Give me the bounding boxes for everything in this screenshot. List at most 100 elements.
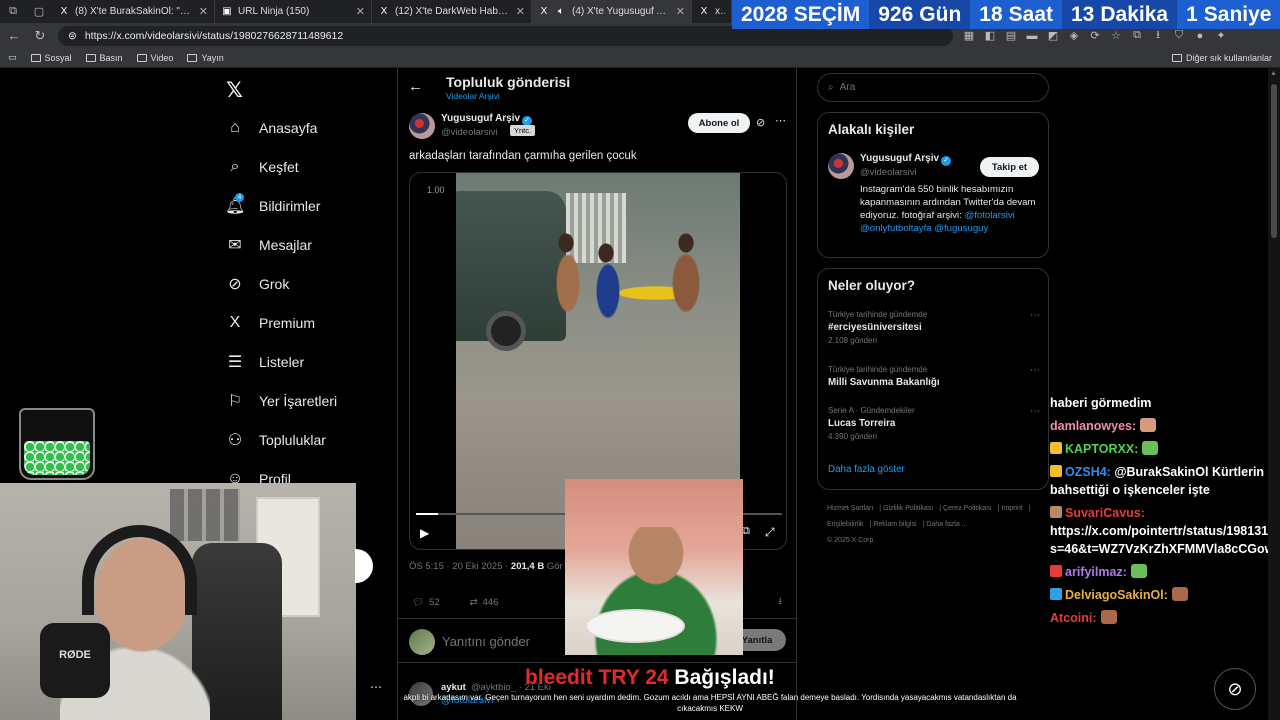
author-handle[interactable]: @videolarsivi bbox=[441, 127, 498, 138]
close-icon[interactable]: ✕ bbox=[199, 5, 208, 18]
site-info-icon[interactable]: ⊜ bbox=[68, 30, 77, 42]
webcam-overlay: RØDE bbox=[0, 483, 356, 720]
copilot-icon[interactable]: ✦ bbox=[1215, 29, 1227, 42]
profile-avatar-icon[interactable]: ● bbox=[1194, 30, 1206, 42]
more-icon[interactable]: ⋯ bbox=[1030, 310, 1040, 321]
extension-icon[interactable]: ▦ bbox=[963, 29, 975, 42]
avatar[interactable] bbox=[409, 113, 435, 139]
nav-item-explore[interactable]: ⌕ Keşfet bbox=[225, 147, 375, 186]
footer-link[interactable]: Hizmet Şartları bbox=[827, 505, 873, 512]
speaker-icon[interactable]: 🔈︎ bbox=[555, 6, 567, 17]
trend-item[interactable]: Türkiye tarihinde gündemde #erciyesünive… bbox=[828, 310, 1040, 345]
nav-item-communities[interactable]: ⚇ Topluluklar bbox=[225, 420, 375, 459]
extension-icon[interactable]: ▬ bbox=[1026, 30, 1038, 42]
bookmark-pin-icon[interactable]: ▭ bbox=[8, 52, 17, 63]
footer-link[interactable]: Erişilebilirlik bbox=[827, 521, 864, 528]
page-scrollbar[interactable]: ▲ bbox=[1268, 68, 1280, 720]
close-icon[interactable]: ✕ bbox=[356, 5, 365, 18]
chat-username[interactable]: KAPTORXX: bbox=[1065, 442, 1138, 456]
nav-item-grok[interactable]: ⊘ Grok bbox=[225, 264, 375, 303]
search-input[interactable]: ⌕ Ara bbox=[817, 73, 1049, 102]
shield-icon[interactable]: ⛉ bbox=[1173, 29, 1185, 42]
nav-item-notifications[interactable]: 🔔︎ 4 Bildirimler bbox=[225, 186, 375, 225]
browser-tab[interactable]: ▣ URL Ninja (150) ✕ bbox=[215, 0, 372, 23]
avatar[interactable] bbox=[828, 153, 854, 179]
community-link[interactable]: Videolar Arşivi bbox=[446, 91, 500, 101]
close-icon[interactable]: ✕ bbox=[516, 5, 525, 18]
browser-tab[interactable]: X (8) X'te BurakSakinOl: "Herkes sin ✕ bbox=[52, 0, 215, 23]
reload-icon[interactable]: ↻ bbox=[32, 28, 48, 44]
extension-icon[interactable]: ◈ bbox=[1068, 29, 1080, 42]
x-premium-icon: X bbox=[229, 313, 241, 331]
trend-item[interactable]: Serie A · Gündemdekiler Lucas Torreira 4… bbox=[828, 406, 1040, 441]
scroll-up-icon[interactable]: ▲ bbox=[1270, 70, 1277, 77]
chat-username[interactable]: Atcoini: bbox=[1050, 611, 1097, 625]
footer-link[interactable]: Gizlilik Politikası bbox=[883, 505, 933, 512]
chat-message: SuvariCavus: https://x.com/pointertr/sta… bbox=[1050, 504, 1268, 558]
tab-actions-icon[interactable]: ▢ bbox=[26, 0, 52, 23]
bookmark-folder[interactable]: Basın bbox=[85, 53, 123, 63]
fullscreen-icon[interactable]: ⤢ bbox=[765, 525, 775, 540]
repost-action[interactable]: ⇄ 446 bbox=[470, 597, 499, 608]
chat-username[interactable]: arifyilmaz: bbox=[1065, 565, 1127, 579]
other-bookmarks[interactable]: Diğer sık kullanılanlar bbox=[1171, 53, 1272, 63]
footer-link[interactable]: Reklam bilgisi bbox=[873, 521, 916, 528]
download-action[interactable]: ⭳ bbox=[779, 594, 782, 610]
subscribe-button[interactable]: Abone ol bbox=[688, 113, 750, 133]
person-name[interactable]: Yugusuguf Arşiv ✓ bbox=[860, 153, 952, 166]
reply-action[interactable]: 💬︎ 52 bbox=[412, 597, 440, 608]
grok-icon[interactable]: ⊘ bbox=[756, 116, 765, 129]
chat-username[interactable]: OZSH4: bbox=[1065, 465, 1111, 479]
more-icon[interactable]: ⋯ bbox=[370, 680, 382, 694]
extension-icon[interactable]: ▤ bbox=[1005, 29, 1017, 42]
nav-item-premium[interactable]: X Premium bbox=[225, 303, 375, 342]
nav-item-lists[interactable]: ☰ Listeler bbox=[225, 342, 375, 381]
back-arrow-icon[interactable]: ← bbox=[6, 28, 22, 43]
footer-link[interactable]: Imprint bbox=[1001, 505, 1022, 512]
back-arrow-icon[interactable]: ← bbox=[408, 78, 423, 95]
trend-item[interactable]: Türkiye tarihinde gündemde Milli Savunma… bbox=[828, 365, 1040, 391]
browser-tab[interactable]: X x.co bbox=[692, 0, 732, 23]
browser-tab[interactable]: X (12) X'te DarkWeb Haber: "İstanb ✕ bbox=[372, 0, 532, 23]
nav-item-messages[interactable]: ✉ Mesajlar bbox=[225, 225, 375, 264]
sidebar-nav: ⌂ Anasayfa ⌕ Keşfet 🔔︎ 4 Bildirimler ✉ Mesajl… bbox=[225, 108, 375, 498]
collections-icon[interactable]: ⧉ bbox=[1131, 29, 1143, 42]
more-icon[interactable]: ⋯ bbox=[1030, 365, 1040, 376]
nav-item-bookmarks[interactable]: ⚐ Yer İşaretleri bbox=[225, 381, 375, 420]
extension-icon[interactable]: ⟳ bbox=[1089, 29, 1101, 42]
person-handle[interactable]: @videolarsivi bbox=[860, 167, 917, 178]
more-icon[interactable]: ⋯ bbox=[1030, 406, 1040, 417]
workspaces-icon[interactable]: ⧉ bbox=[0, 0, 26, 23]
countdown-hours: 18 Saat bbox=[970, 0, 1062, 29]
browser-tab-active[interactable]: X 🔈︎ (4) X'te Yugusuguf Arşiv: "ar ✕ bbox=[532, 0, 692, 23]
bookmark-folder[interactable]: Sosyal bbox=[30, 53, 72, 63]
show-more-link[interactable]: Daha fazla göster bbox=[828, 464, 905, 475]
chat-username[interactable]: damlanowyes: bbox=[1050, 419, 1136, 433]
picture-in-picture-icon[interactable]: ⧉ bbox=[742, 525, 750, 538]
bookmarks-bar: ▭ Sosyal Basın Video Yayın Diğer sık kul… bbox=[0, 48, 1280, 68]
repost-icon: ⇄ bbox=[469, 596, 478, 608]
extension-icon[interactable]: ◧ bbox=[984, 29, 996, 42]
footer-link[interactable]: Daha fazla ... bbox=[926, 521, 967, 528]
scrollbar-thumb[interactable] bbox=[1271, 84, 1277, 238]
composer-fab-edge[interactable] bbox=[355, 549, 373, 583]
chat-username[interactable]: DelviagoSakinOl: bbox=[1065, 588, 1168, 602]
favorites-icon[interactable]: ☆ bbox=[1110, 29, 1122, 42]
bookmark-folder[interactable]: Yayın bbox=[187, 53, 224, 63]
follow-button[interactable]: Takip et bbox=[980, 157, 1039, 177]
page-title: Topluluk gönderisi bbox=[446, 74, 571, 90]
grok-fab-icon[interactable]: ⊘ bbox=[1214, 668, 1256, 710]
chat-username[interactable]: SuvariCavus: bbox=[1065, 506, 1145, 520]
nav-item-home[interactable]: ⌂ Anasayfa bbox=[225, 108, 375, 147]
chat-message: Atcoini: bbox=[1050, 609, 1268, 627]
bookmark-folder[interactable]: Video bbox=[136, 53, 173, 63]
play-icon[interactable]: ▶ bbox=[420, 526, 429, 540]
copyright: © 2025 X Corp. bbox=[827, 537, 876, 544]
reply-input[interactable]: Yanıtını gönder bbox=[442, 634, 530, 649]
extension-icon[interactable]: ◩ bbox=[1047, 29, 1059, 42]
more-icon[interactable]: ⋯ bbox=[775, 114, 786, 127]
x-logo-icon[interactable]: 𝕏 bbox=[226, 78, 243, 103]
bead-jar-overlay bbox=[19, 408, 95, 480]
footer-link[interactable]: Çerez Politikası bbox=[943, 505, 992, 512]
close-icon[interactable]: ✕ bbox=[676, 5, 685, 18]
